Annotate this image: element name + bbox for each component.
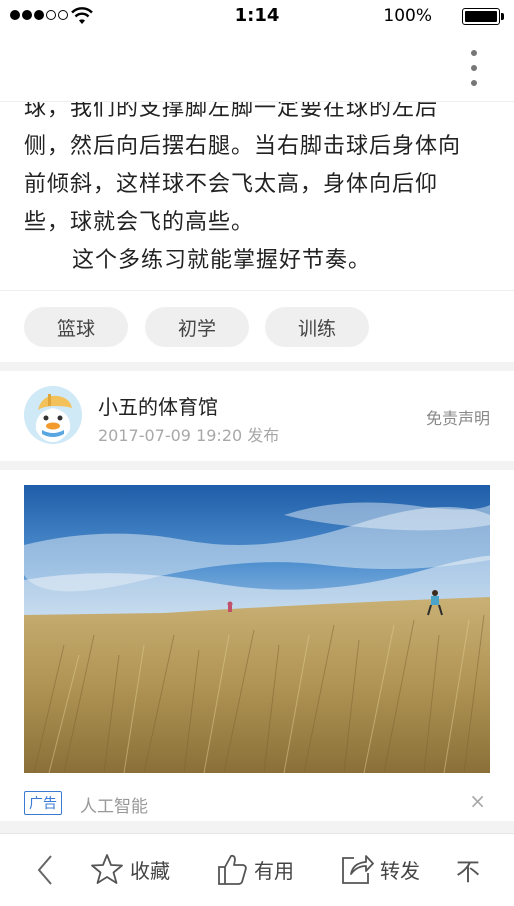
more-dot-icon — [471, 50, 477, 56]
ad-close-icon[interactable]: × — [469, 789, 486, 813]
article-line: 这个多练习就能掌握好节奏。 — [72, 248, 372, 273]
dislike-button[interactable]: 不 — [456, 852, 480, 887]
top-nav-bar — [0, 32, 514, 102]
useful-label: 有用 — [254, 858, 294, 883]
chevron-left-icon — [37, 855, 52, 885]
back-button[interactable] — [36, 854, 54, 886]
disclaimer-link[interactable]: 免责声明 — [426, 405, 490, 429]
article-body: 球，我们的支撑脚左脚一定要在球的左后 侧，然后向后摆右腿。当右脚击球后身体向 前… — [24, 90, 494, 280]
battery-percent: 100% — [383, 6, 432, 26]
duck-mascot-icon — [24, 386, 82, 444]
tag-list: 篮球 初学 训练 — [0, 290, 514, 362]
status-bar: 1:14 100% — [0, 0, 514, 32]
bottom-toolbar: 收藏 有用 转发 不 — [0, 833, 514, 906]
star-icon — [91, 854, 123, 884]
tag-beginner[interactable]: 初学 — [145, 307, 249, 347]
more-dot-icon — [471, 65, 477, 71]
ad-image[interactable] — [24, 485, 490, 773]
share-button[interactable]: 转发 — [340, 852, 420, 886]
avatar[interactable] — [24, 386, 82, 444]
publish-time: 2017-07-09 19:20 发布 — [98, 426, 280, 445]
section-divider — [0, 461, 514, 470]
article-line: 前倾斜，这样球不会飞太高，身体向后仰 — [24, 172, 439, 197]
battery-icon — [462, 8, 504, 25]
grassland-photo — [24, 485, 490, 773]
ad-footer: 广告 人工智能 × — [24, 789, 490, 819]
favorite-button[interactable]: 收藏 — [90, 852, 170, 886]
share-label: 转发 — [380, 858, 420, 883]
useful-button[interactable]: 有用 — [216, 852, 294, 886]
status-time: 1:14 — [234, 5, 280, 26]
more-options-button[interactable] — [464, 50, 484, 86]
tag-basketball[interactable]: 篮球 — [24, 307, 128, 347]
section-divider — [0, 362, 514, 371]
ad-badge: 广告 — [24, 791, 62, 815]
article-line: 些，球就会飞的高些。 — [24, 210, 255, 235]
share-icon — [342, 855, 374, 884]
tag-training[interactable]: 训练 — [265, 307, 369, 347]
section-divider — [0, 821, 514, 833]
article-line: 侧，然后向后摆右腿。当右脚击球后身体向 — [24, 134, 462, 159]
thumbs-up-icon — [218, 854, 247, 885]
ad-source[interactable]: 人工智能 — [80, 792, 148, 817]
more-dot-icon — [471, 80, 477, 86]
author-info[interactable]: 小五的体育馆 2017-07-09 19:20 发布 免责声明 — [0, 371, 514, 461]
dislike-label: 不 — [456, 858, 480, 886]
author-name[interactable]: 小五的体育馆 — [98, 391, 218, 420]
favorite-label: 收藏 — [130, 858, 170, 883]
